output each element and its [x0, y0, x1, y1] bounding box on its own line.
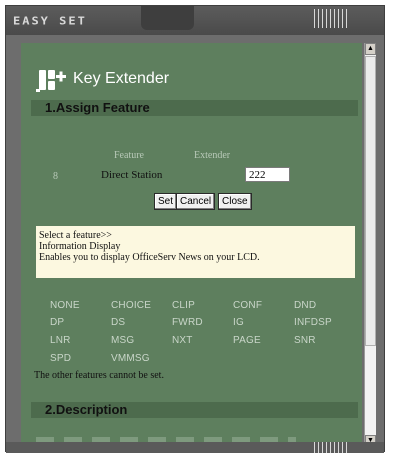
- feature-option[interactable]: LNR: [50, 335, 71, 346]
- vertical-scrollbar[interactable]: ▲ ▼: [364, 43, 376, 447]
- close-button[interactable]: Close: [218, 193, 252, 210]
- feature-option[interactable]: FWRD: [172, 317, 203, 328]
- scroll-up-icon[interactable]: ▲: [365, 43, 376, 55]
- key-extender-logo-icon: [34, 67, 70, 100]
- section-assign-feature-title: 1.Assign Feature: [45, 100, 150, 115]
- feature-option[interactable]: SNR: [294, 335, 316, 346]
- feature-option[interactable]: VMMSG: [111, 353, 150, 364]
- feature-option[interactable]: INFDSP: [294, 317, 332, 328]
- feature-note: The other features cannot be set.: [34, 370, 164, 381]
- scrollbar-thumb[interactable]: [365, 56, 376, 346]
- grip-icon: [314, 9, 350, 28]
- row-number: 8: [53, 171, 58, 182]
- feature-option[interactable]: CONF: [233, 300, 262, 311]
- row-feature-name: Direct Station: [101, 169, 163, 181]
- info-line-3: Enables you to display OfficeServ News o…: [39, 252, 260, 263]
- feature-option[interactable]: DND: [294, 300, 316, 311]
- bottom-bar: [6, 442, 384, 453]
- app-title: Key Extender: [73, 70, 170, 87]
- feature-option[interactable]: SPD: [50, 353, 71, 364]
- feature-option[interactable]: CHOICE: [111, 300, 151, 311]
- easy-set-window: EASY SET Key Extender 1.Assign Feature F…: [5, 5, 385, 453]
- feature-option[interactable]: CLIP: [172, 300, 195, 311]
- column-header-feature: Feature: [114, 150, 144, 161]
- feature-option[interactable]: NONE: [50, 300, 80, 311]
- grip-icon: [314, 442, 350, 453]
- title-bar: EASY SET: [6, 6, 384, 35]
- feature-option[interactable]: NXT: [172, 335, 193, 346]
- content-panel: Key Extender 1.Assign Feature Feature Ex…: [21, 43, 362, 447]
- feature-option[interactable]: PAGE: [233, 335, 261, 346]
- info-line-1: Select a feature>>: [39, 230, 112, 241]
- feature-info-box: Select a feature>> Information Display E…: [36, 226, 355, 278]
- feature-option[interactable]: IG: [233, 317, 244, 328]
- feature-option[interactable]: DP: [50, 317, 64, 328]
- info-line-2: Information Display: [39, 241, 121, 252]
- extender-input[interactable]: [245, 167, 290, 182]
- window-title: EASY SET: [13, 15, 87, 27]
- cancel-button[interactable]: Cancel: [176, 193, 216, 210]
- title-notch: [141, 6, 194, 30]
- feature-option[interactable]: MSG: [111, 335, 134, 346]
- set-button[interactable]: Set: [154, 193, 178, 210]
- feature-option[interactable]: DS: [111, 317, 125, 328]
- column-header-extender: Extender: [194, 150, 231, 161]
- section-description-title: 2.Description: [45, 402, 128, 417]
